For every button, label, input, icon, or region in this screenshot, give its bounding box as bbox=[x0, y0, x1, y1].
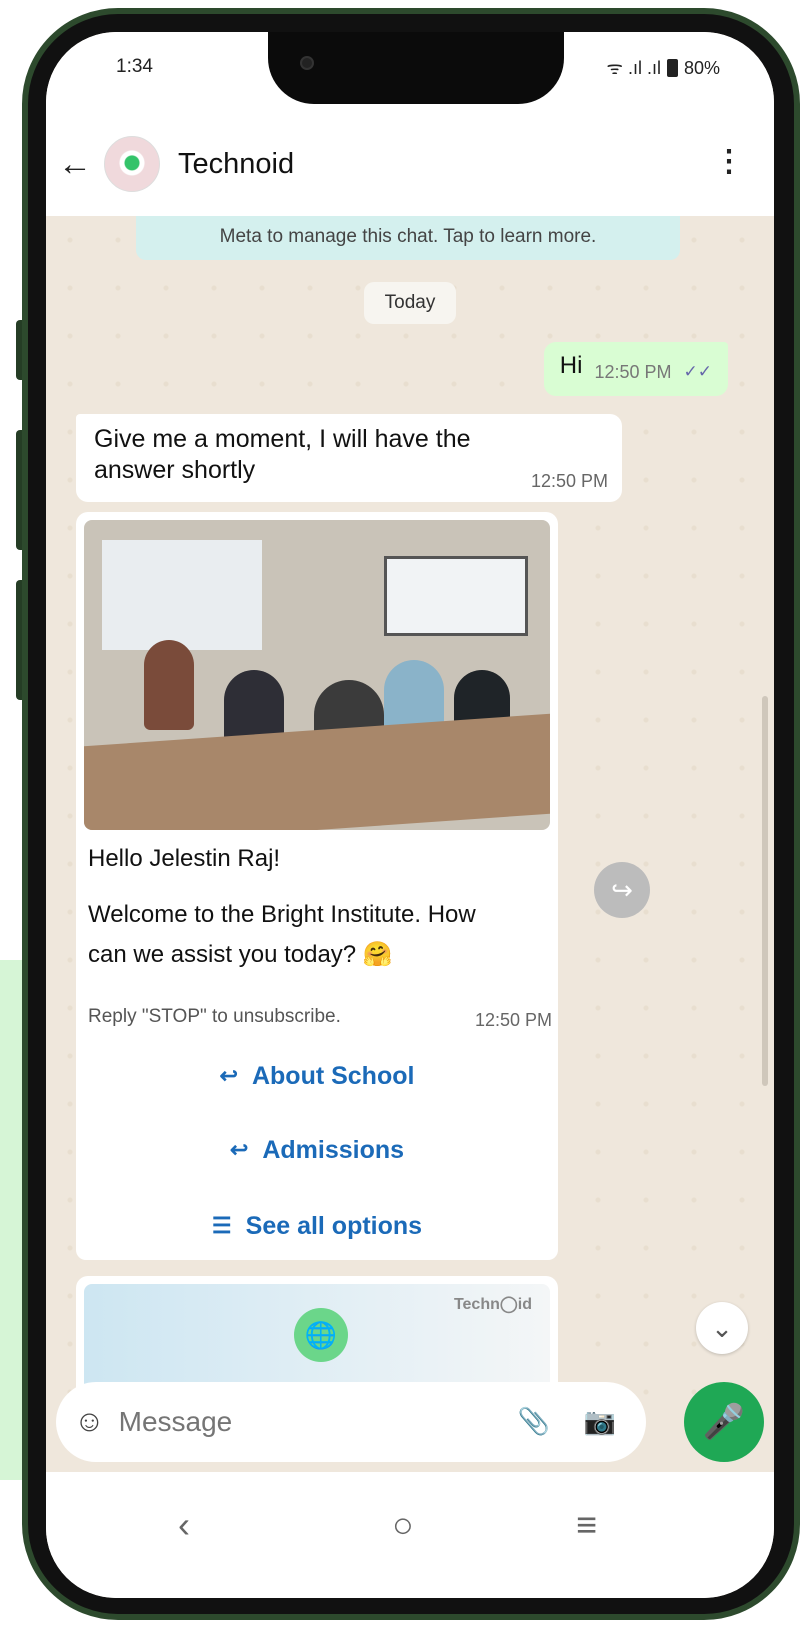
attach-icon[interactable]: 📎 bbox=[518, 1406, 550, 1437]
image-whiteboard bbox=[384, 556, 528, 636]
incoming-message-time: 12:50 PM bbox=[530, 471, 608, 491]
nav-back-icon[interactable]: ‹ bbox=[178, 1504, 190, 1546]
forward-icon[interactable]: ↪ bbox=[594, 862, 650, 918]
date-chip: Today bbox=[364, 282, 456, 324]
phone-screen: 1:34 ᯤ .ıl .ıl 80% ← Technoid ⋮ Meta to … bbox=[46, 32, 774, 1598]
see-all-options-button[interactable]: ☰ See all options bbox=[76, 1192, 558, 1260]
about-school-label: About School bbox=[251, 1061, 415, 1090]
front-camera bbox=[300, 56, 314, 70]
about-school-button[interactable]: ↩ About School bbox=[76, 1042, 558, 1110]
list-icon: ☰ bbox=[211, 1213, 232, 1238]
camera-icon[interactable]: 📷 bbox=[584, 1406, 616, 1437]
outgoing-message[interactable]: Hi 12:50 PM ✓✓ bbox=[543, 342, 728, 396]
reply-icon: ↩ bbox=[229, 1137, 249, 1162]
back-arrow-icon[interactable]: ← bbox=[58, 145, 98, 184]
battery-icon bbox=[666, 59, 678, 77]
business-notice[interactable]: Meta to manage this chat. Tap to learn m… bbox=[136, 216, 680, 260]
message-input[interactable] bbox=[118, 1406, 449, 1438]
nav-recents-icon[interactable]: ≡ bbox=[576, 1504, 597, 1546]
admissions-label: Admissions bbox=[262, 1135, 405, 1164]
card-time: 12:50 PM bbox=[474, 1010, 552, 1030]
image-desk bbox=[84, 713, 550, 830]
see-all-options-label: See all options bbox=[245, 1211, 423, 1240]
card-greeting: Hello Jelestin Raj! bbox=[88, 845, 281, 872]
system-nav-bar: ‹ ○ ≡ bbox=[46, 1472, 774, 1598]
notch bbox=[268, 32, 564, 104]
incoming-message-text: Give me a moment, I will have the answer… bbox=[94, 425, 471, 484]
status-time: 1:34 bbox=[116, 56, 153, 77]
incoming-message[interactable]: Give me a moment, I will have the answer… bbox=[76, 414, 622, 502]
chat-header: ← Technoid ⋮ bbox=[46, 112, 774, 216]
battery-level: 80% bbox=[683, 57, 720, 78]
status-icons: ᯤ .ıl .ıl 80% bbox=[607, 56, 720, 80]
scrollbar[interactable] bbox=[762, 696, 768, 1086]
read-receipt-icon: ✓✓ bbox=[683, 362, 713, 381]
card-body-line-2: can we assist you today? 🤗 bbox=[88, 941, 393, 968]
card-body-line-1: Welcome to the Bright Institute. How bbox=[88, 901, 476, 928]
business-notice-text: Meta to manage this chat. Tap to learn m… bbox=[219, 226, 597, 247]
more-options-icon[interactable]: ⋮ bbox=[714, 144, 744, 179]
unsubscribe-text: Reply "STOP" to unsubscribe. bbox=[88, 1006, 341, 1027]
signal-icon: ᯤ .ıl .ıl bbox=[606, 58, 661, 78]
image-window bbox=[102, 540, 262, 650]
message-input-bar: ☺ 📎 📷 bbox=[56, 1382, 646, 1462]
outgoing-message-text: Hi bbox=[559, 352, 583, 379]
technoid-logo: Techn◯id bbox=[453, 1296, 532, 1313]
scroll-down-icon[interactable]: ⌄ bbox=[696, 1302, 748, 1354]
avatar[interactable] bbox=[104, 136, 160, 192]
chat-title[interactable]: Technoid bbox=[178, 148, 294, 181]
classroom-image[interactable] bbox=[84, 520, 550, 830]
admissions-button[interactable]: ↩ Admissions bbox=[76, 1116, 558, 1184]
reply-icon: ↩ bbox=[219, 1063, 238, 1088]
globe-icon: 🌐 bbox=[294, 1308, 348, 1362]
image-person bbox=[144, 640, 194, 730]
nav-home-icon[interactable]: ○ bbox=[392, 1504, 414, 1546]
outgoing-message-time: 12:50 PM bbox=[594, 362, 672, 382]
mic-button[interactable]: 🎤 bbox=[684, 1382, 764, 1462]
chat-area[interactable]: Meta to manage this chat. Tap to learn m… bbox=[46, 216, 774, 1416]
emoji-icon[interactable]: ☺ bbox=[74, 1405, 105, 1439]
